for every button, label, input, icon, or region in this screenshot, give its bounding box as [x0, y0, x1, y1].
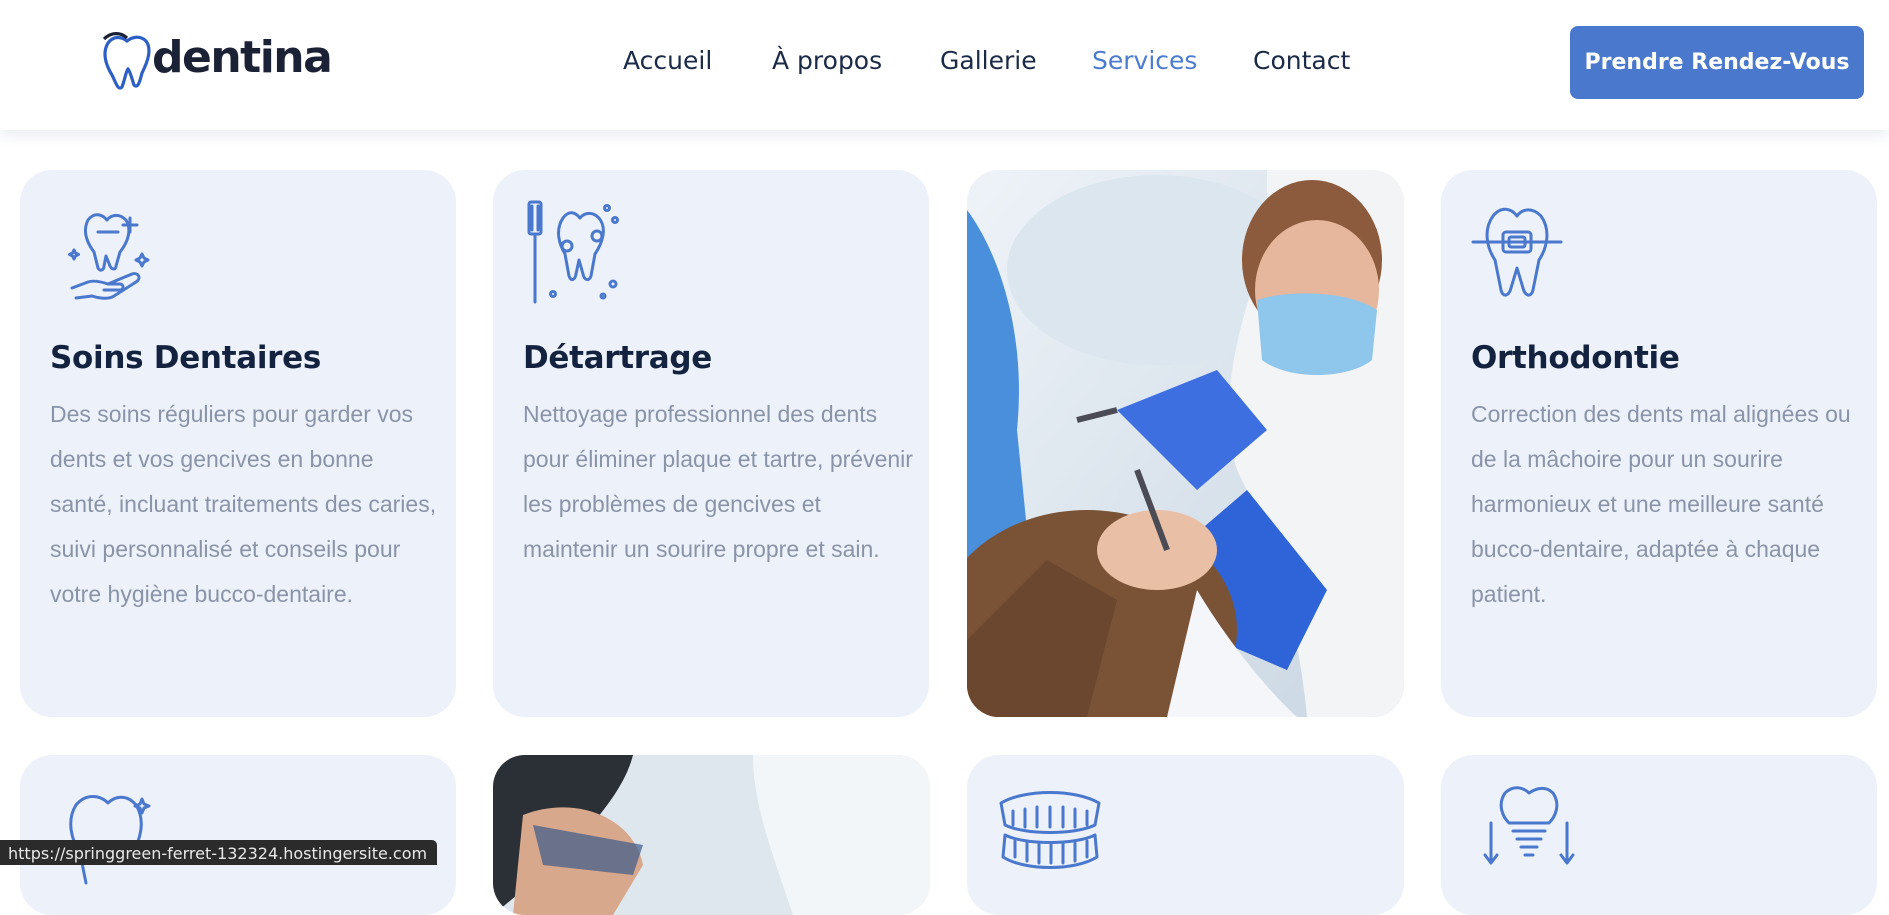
- dental-implant-icon: [1483, 786, 1575, 865]
- site-header: dentina Accueil À propos Gallerie Servic…: [0, 0, 1889, 130]
- dentures-icon: [999, 791, 1101, 869]
- book-appointment-button[interactable]: Prendre Rendez-Vous: [1570, 26, 1864, 99]
- service-card-row2-3[interactable]: [967, 755, 1404, 915]
- nav-services[interactable]: Services: [1092, 46, 1197, 75]
- dental-treatment-photo: [967, 170, 1404, 717]
- service-title: Soins Dentaires: [50, 340, 322, 376]
- service-card-row2-4[interactable]: [1441, 755, 1877, 915]
- service-card-orthodontie[interactable]: Orthodontie Correction des dents mal ali…: [1441, 170, 1877, 717]
- brand-name: dentina: [152, 31, 333, 83]
- tooth-logo-icon: [102, 32, 151, 90]
- service-card-row2-1[interactable]: [20, 755, 456, 915]
- service-title: Orthodontie: [1471, 340, 1680, 376]
- tooth-braces-icon: [1471, 207, 1563, 297]
- service-description: Nettoyage professionnel des dents pour é…: [523, 401, 913, 562]
- service-card-soins-dentaires[interactable]: Soins Dentaires Des soins réguliers pour…: [20, 170, 456, 717]
- service-card-detartrage[interactable]: Détartrage Nettoyage professionnel des d…: [493, 170, 929, 717]
- service-description: Correction des dents mal alignées ou de …: [1471, 401, 1851, 607]
- service-title: Détartrage: [523, 340, 713, 376]
- nav-accueil[interactable]: Accueil: [623, 46, 712, 75]
- dental-staff-photo: [493, 755, 930, 915]
- nav-contact[interactable]: Contact: [1253, 46, 1350, 75]
- toothbrush-tooth-icon: [527, 200, 619, 304]
- nav-gallerie[interactable]: Gallerie: [940, 46, 1037, 75]
- service-description: Des soins réguliers pour garder vos dent…: [50, 401, 437, 607]
- tooth-care-hand-icon: [68, 213, 150, 300]
- nav-a-propos[interactable]: À propos: [772, 46, 882, 75]
- brand-logo[interactable]: dentina: [98, 30, 333, 90]
- status-bar-url: https://springgreen-ferret-132324.hostin…: [0, 840, 438, 865]
